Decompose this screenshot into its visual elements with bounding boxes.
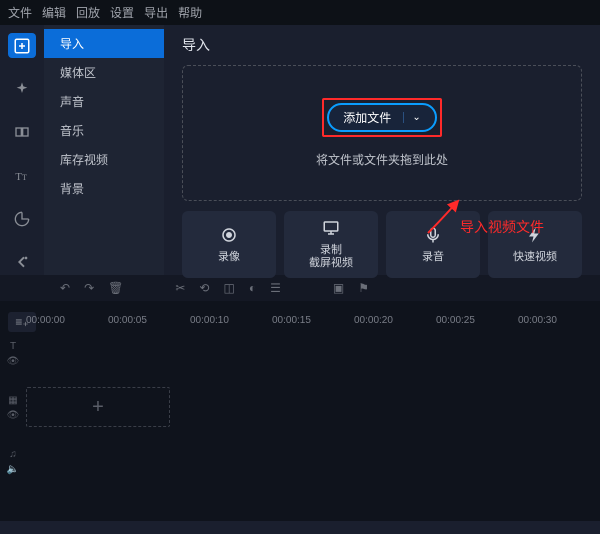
- camera-icon: [220, 226, 238, 247]
- menubar: 文件 编辑 回放 设置 导出 帮助: [0, 0, 600, 25]
- quick-video-label: 快速视频: [513, 251, 557, 264]
- add-file-button[interactable]: 添加文件 ⌄: [327, 103, 436, 132]
- tick: 00:00:00: [26, 315, 108, 326]
- stickers-tool-icon[interactable]: [8, 206, 36, 231]
- action-row: 录像 录制 截屏视频 录音 快速视频: [182, 211, 582, 278]
- cut-icon[interactable]: ✂: [175, 281, 185, 295]
- record-video-label: 录像: [218, 251, 240, 264]
- menu-export[interactable]: 导出: [144, 4, 168, 21]
- text-track[interactable]: [26, 339, 170, 379]
- sidemenu-stock[interactable]: 库存视频: [44, 145, 164, 174]
- audio-track[interactable]: [26, 435, 170, 475]
- timeline: T👁 ▦👁 ♫🔈 00:00:00 00:00:05 00:00:10 00:0…: [0, 301, 600, 521]
- video-track[interactable]: +: [26, 387, 170, 427]
- add-file-label: 添加文件: [343, 109, 391, 126]
- audio-track-head[interactable]: ♫🔈: [7, 449, 19, 475]
- eye-icon[interactable]: 👁: [7, 356, 20, 367]
- track-body: 00:00:00 00:00:05 00:00:10 00:00:15 00:0…: [26, 309, 600, 521]
- text-track-head[interactable]: T👁: [7, 341, 20, 367]
- svg-text:T: T: [22, 173, 27, 182]
- track-heads: T👁 ▦👁 ♫🔈: [0, 309, 26, 521]
- drop-zone[interactable]: 添加文件 ⌄ 将文件或文件夹拖到此处: [182, 65, 582, 201]
- sidemenu-sound[interactable]: 声音: [44, 87, 164, 116]
- chevron-down-icon[interactable]: ⌄: [403, 112, 420, 123]
- delete-icon[interactable]: 🗑: [108, 281, 123, 295]
- menu-settings[interactable]: 设置: [110, 4, 134, 21]
- add-file-highlight: 添加文件 ⌄: [322, 98, 441, 137]
- undo-icon[interactable]: ↶: [60, 281, 70, 295]
- quick-video-button[interactable]: 快速视频: [488, 211, 582, 278]
- record-audio-label: 录音: [422, 251, 444, 264]
- titles-tool-icon[interactable]: TT: [8, 163, 36, 188]
- screen-capture-label: 录制 截屏视频: [309, 244, 353, 270]
- tick: 00:00:10: [190, 315, 272, 326]
- record-audio-button[interactable]: 录音: [386, 211, 480, 278]
- screen-capture-button[interactable]: 录制 截屏视频: [284, 211, 378, 278]
- monitor-icon: [322, 219, 340, 240]
- bolt-icon: [526, 226, 544, 247]
- menu-file[interactable]: 文件: [8, 4, 32, 21]
- content-title: 导入: [182, 35, 582, 55]
- speaker-icon[interactable]: 🔈: [7, 464, 19, 475]
- tick: 00:00:05: [108, 315, 190, 326]
- filters-tool-icon[interactable]: [8, 76, 36, 101]
- export-frame-icon[interactable]: ▣: [333, 281, 344, 295]
- content-panel: 导入 添加文件 ⌄ 将文件或文件夹拖到此处 导入视频文件 录像 录制 截屏视频: [164, 25, 600, 275]
- menu-playback[interactable]: 回放: [76, 4, 100, 21]
- menu-edit[interactable]: 编辑: [42, 4, 66, 21]
- tick: 00:00:25: [436, 315, 518, 326]
- tick: 00:00:20: [354, 315, 436, 326]
- svg-text:T: T: [15, 172, 22, 183]
- video-track-head[interactable]: ▦👁: [7, 395, 20, 421]
- rotate-icon[interactable]: ⟲: [199, 281, 209, 295]
- sidemenu-background[interactable]: 背景: [44, 174, 164, 203]
- transitions-tool-icon[interactable]: [8, 120, 36, 145]
- audio-track-icon: ♫: [9, 449, 17, 460]
- video-track-icon: ▦: [8, 395, 17, 406]
- color-icon[interactable]: ◐: [249, 281, 256, 295]
- redo-icon[interactable]: ↷: [84, 281, 94, 295]
- marker-icon[interactable]: ⚑: [358, 281, 369, 295]
- timeline-toolbar: ↶ ↷ 🗑 ✂ ⟲ ◫ ◐ ☰ ▣ ⚑: [0, 275, 600, 301]
- menu-help[interactable]: 帮助: [178, 4, 202, 21]
- sidemenu-media[interactable]: 媒体区: [44, 58, 164, 87]
- eye-icon[interactable]: 👁: [7, 410, 20, 421]
- drop-hint: 将文件或文件夹拖到此处: [316, 151, 448, 168]
- side-menu: 导入 媒体区 声音 音乐 库存视频 背景: [44, 25, 164, 275]
- main-area: TT 导入 媒体区 声音 音乐 库存视频 背景 导入 添加文件 ⌄ 将文件或文件…: [0, 25, 600, 275]
- sidemenu-music[interactable]: 音乐: [44, 116, 164, 145]
- text-track-icon: T: [10, 341, 16, 352]
- import-tool-icon[interactable]: [8, 33, 36, 58]
- adjust-icon[interactable]: ☰: [270, 281, 281, 295]
- tick: 00:00:15: [272, 315, 354, 326]
- crop-icon[interactable]: ◫: [223, 281, 234, 295]
- record-video-button[interactable]: 录像: [182, 211, 276, 278]
- more-tools-icon[interactable]: [8, 250, 36, 275]
- mic-icon: [424, 226, 442, 247]
- tick: 00:00:30: [518, 315, 600, 326]
- left-toolbar: TT: [0, 25, 44, 275]
- sidemenu-import[interactable]: 导入: [44, 29, 164, 58]
- time-ruler[interactable]: 00:00:00 00:00:05 00:00:10 00:00:15 00:0…: [26, 309, 600, 331]
